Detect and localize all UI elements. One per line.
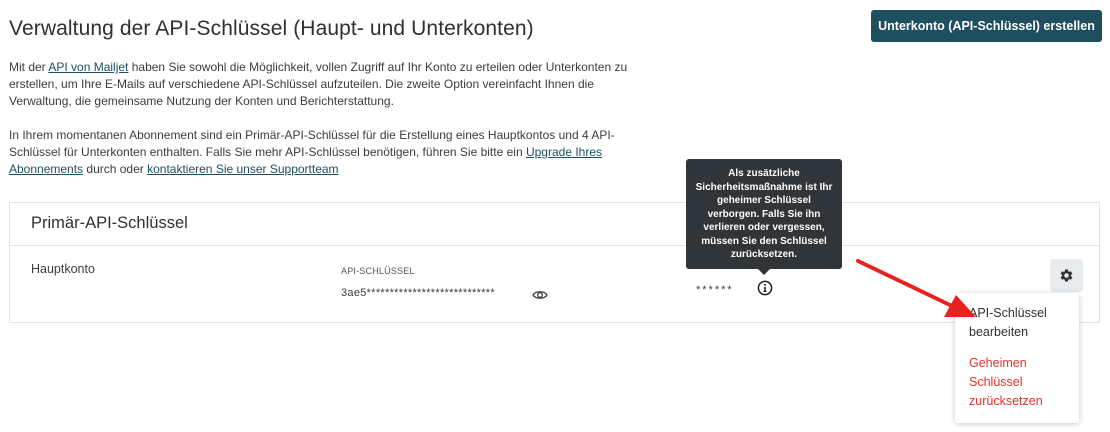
settings-gear-button[interactable] — [1050, 259, 1083, 292]
api-key-value: 3ae5**************************** — [341, 287, 495, 299]
secret-key-tooltip: Als zusätzliche Sicherheitsmaßnahme ist … — [686, 159, 842, 269]
intro-text: In Ihrem momentanen Abonnement sind ein … — [9, 128, 615, 159]
reset-secret-key-menu-item[interactable]: Geheimen Schlüssel zurücksetzen — [969, 354, 1069, 411]
info-icon[interactable] — [757, 280, 773, 296]
mailjet-api-link[interactable]: API von Mailjet — [48, 60, 128, 74]
intro-paragraph-2: In Ihrem momentanen Abonnement sind ein … — [9, 127, 659, 178]
edit-api-key-menu-item[interactable]: API-Schlüssel bearbeiten — [969, 304, 1069, 342]
tooltip-arrow — [758, 269, 770, 275]
secret-key-value: ****** — [696, 284, 734, 296]
page-title: Verwaltung der API-Schlüssel (Haupt- und… — [9, 17, 534, 40]
annotation-arrow — [856, 259, 976, 317]
intro-text: Mit der — [9, 60, 49, 74]
contact-support-link[interactable]: kontaktieren Sie unser Supportteam — [147, 162, 338, 176]
card-title: Primär-API-Schlüssel — [31, 214, 188, 232]
account-name: Hauptkonto — [31, 262, 95, 276]
intro-paragraph-1: Mit der API von Mailjet haben Sie sowohl… — [9, 59, 659, 110]
card-divider — [10, 245, 1099, 246]
create-subaccount-button[interactable]: Unterkonto (API-Schlüssel) erstellen — [871, 10, 1102, 42]
eye-icon[interactable] — [532, 288, 548, 302]
intro-text: durch oder — [83, 162, 148, 176]
gear-icon — [1060, 269, 1073, 282]
api-key-label: API-SCHLÜSSEL — [341, 266, 415, 276]
